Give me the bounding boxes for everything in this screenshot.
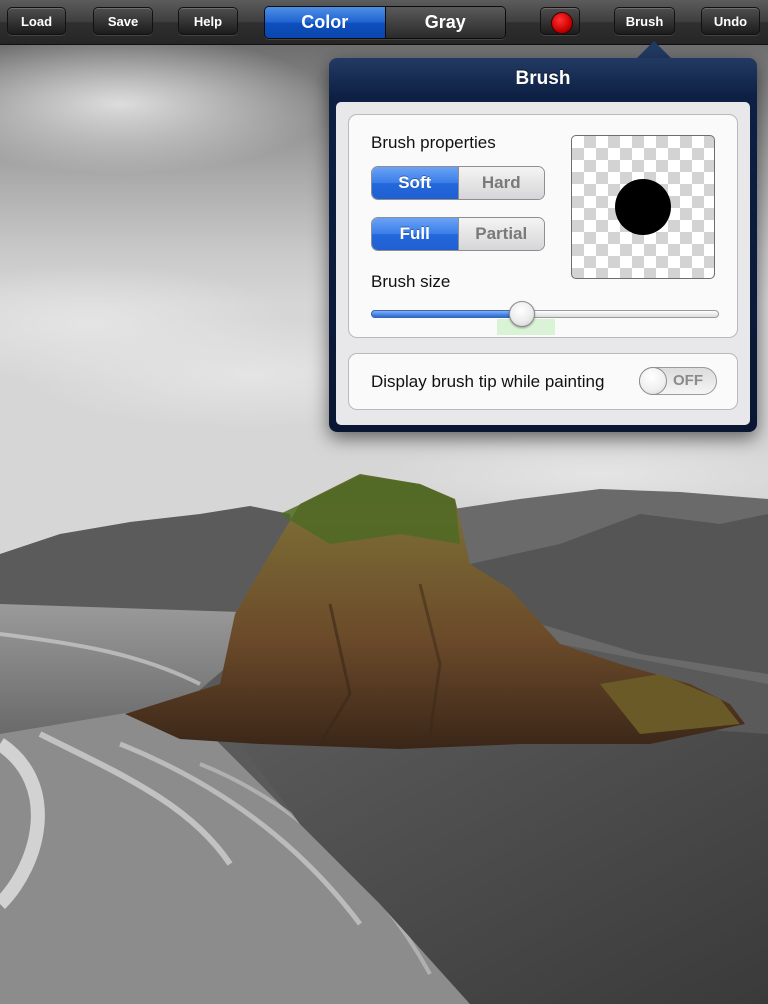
switch-state-label: OFF <box>673 372 703 389</box>
popover-body: Brush properties Soft Hard Full Partial … <box>336 102 750 425</box>
slider-fill <box>371 310 521 318</box>
color-mode-segmented-control: Color Gray <box>264 6 506 39</box>
slider-thumb[interactable] <box>509 301 535 327</box>
brush-button[interactable]: Brush <box>614 7 675 35</box>
soft-button[interactable]: Soft <box>372 167 458 199</box>
gray-mode-button[interactable]: Gray <box>384 7 505 38</box>
load-button[interactable]: Load <box>7 7 66 35</box>
display-brush-tip-switch[interactable]: OFF <box>639 367 717 395</box>
hard-button[interactable]: Hard <box>457 167 544 199</box>
undo-button[interactable]: Undo <box>701 7 760 35</box>
save-button[interactable]: Save <box>93 7 153 35</box>
brush-preview <box>571 135 715 279</box>
brush-size-slider[interactable] <box>371 301 719 335</box>
popover-arrow <box>636 41 672 59</box>
display-tip-card: Display brush tip while painting OFF <box>348 353 738 410</box>
switch-knob[interactable] <box>639 367 667 395</box>
paint-color-button[interactable] <box>540 7 580 35</box>
full-button[interactable]: Full <box>372 218 458 250</box>
brush-popover: Brush Brush properties Soft Hard Full Pa… <box>329 58 757 432</box>
coverage-segmented-control: Full Partial <box>371 217 545 251</box>
hardness-segmented-control: Soft Hard <box>371 166 545 200</box>
popover-title: Brush <box>515 68 571 89</box>
red-color-swatch-icon <box>551 12 573 34</box>
help-button[interactable]: Help <box>178 7 238 35</box>
brush-properties-label: Brush properties <box>371 133 496 152</box>
display-brush-tip-label: Display brush tip while painting <box>371 372 605 391</box>
brush-size-label: Brush size <box>371 272 451 291</box>
brush-properties-card: Brush properties Soft Hard Full Partial … <box>348 114 738 338</box>
color-mode-button[interactable]: Color <box>265 7 385 38</box>
top-toolbar: Load Save Help Color Gray Brush Undo <box>0 0 768 45</box>
brush-tip-icon <box>615 179 671 235</box>
partial-button[interactable]: Partial <box>457 218 544 250</box>
